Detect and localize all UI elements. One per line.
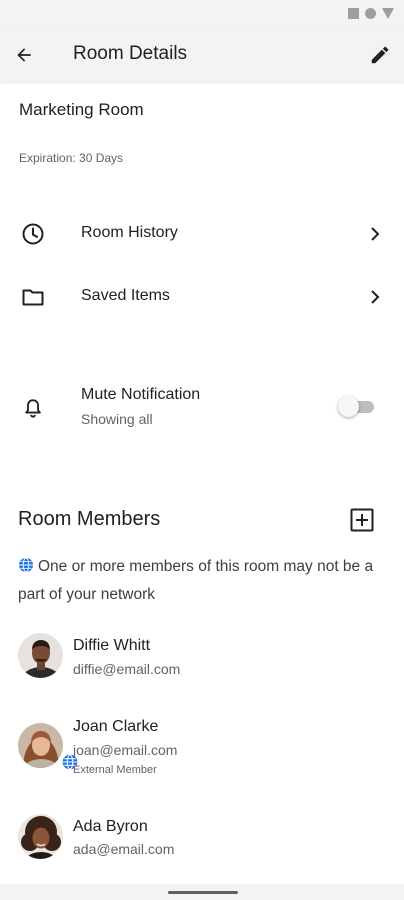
bell-icon [20,395,46,421]
mute-notification-status: Showing all [81,411,153,427]
member-email: ada@email.com [73,841,175,857]
room-history-label: Room History [81,224,178,241]
external-member-label: External Member [73,764,157,776]
toggle-thumb [338,396,359,417]
expiration-text: Expiration: 30 Days [19,151,124,165]
mute-notification-label: Mute Notification [81,386,201,403]
add-box-icon [350,508,374,532]
saved-items-label: Saved Items [81,287,170,304]
avatar [18,814,63,859]
saved-items-row[interactable]: Saved Items [0,272,404,322]
chevron-right-icon [368,288,382,306]
page-title: Room Details [73,43,188,64]
mute-toggle[interactable] [338,396,374,417]
folder-icon [20,284,46,310]
avatar [18,633,63,678]
member-name: Ada Byron [73,818,148,835]
app-bar: Room Details [0,28,404,82]
member-row[interactable]: Ada Byron ada@email.com [0,813,404,863]
network-warning-text: One or more members of this room may not… [18,558,374,603]
status-circle-icon [365,8,376,19]
avatar-container [18,723,78,770]
status-square-icon [348,8,359,19]
pencil-icon [371,46,389,64]
room-history-row[interactable]: Room History [0,209,404,259]
status-icons [348,8,394,19]
home-gesture-handle[interactable] [168,891,238,894]
chevron-right-icon [368,225,382,243]
arrow-back-icon [17,48,31,62]
room-name: Marketing Room [19,100,144,119]
member-name: Joan Clarke [73,718,159,735]
globe-icon [19,557,33,573]
member-name: Diffie Whitt [73,637,151,654]
clock-icon [20,221,46,247]
member-row[interactable]: Joan Clarke joan@email.com External Memb… [0,714,404,778]
member-email: diffie@email.com [73,661,181,677]
edit-button[interactable] [366,41,394,69]
avatar [18,723,63,768]
system-navigation-bar [0,884,404,900]
add-member-button[interactable] [350,508,374,532]
back-button[interactable] [10,41,38,69]
member-row[interactable]: Diffie Whitt diffie@email.com [0,633,404,683]
status-triangle-icon [382,8,394,19]
mute-notification-row: Mute Notification Showing all [0,380,404,436]
room-members-title: Room Members [18,508,161,530]
status-bar [0,0,404,28]
member-email: joan@email.com [73,742,178,758]
network-warning: One or more members of this room may not… [18,553,392,609]
